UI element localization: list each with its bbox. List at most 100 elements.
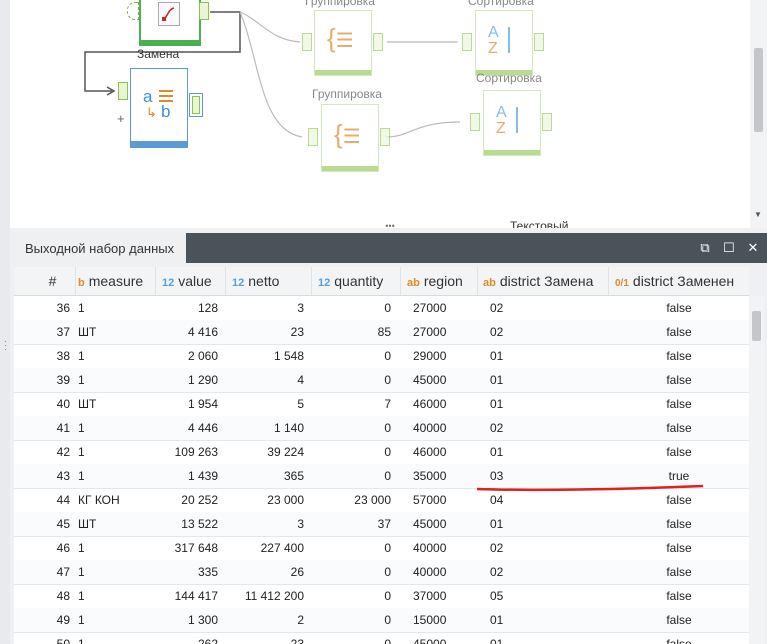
cell-value[interactable]: 1 439 <box>156 464 226 488</box>
cell-row-index[interactable]: 46 <box>14 536 76 560</box>
cell-measure[interactable]: 1 <box>76 536 156 560</box>
cell-district-replacement[interactable]: 01 <box>478 512 609 536</box>
grid-scrollbar[interactable] <box>749 296 764 644</box>
col-header-region[interactable]: ab region <box>401 267 478 295</box>
cell-netto[interactable]: 1 548 <box>226 344 312 368</box>
sort1-port-out[interactable] <box>534 33 544 51</box>
cell-quantity[interactable]: 37 <box>312 512 401 536</box>
cell-row-index[interactable]: 45 <box>14 512 76 536</box>
cell-region[interactable]: 27000 <box>401 296 478 320</box>
cell-measure[interactable]: 1 <box>76 344 156 368</box>
table-row[interactable]: 44 КГ КОН 20 252 23 000 23 000 57000 04 false <box>14 488 749 513</box>
cell-row-index[interactable]: 44 <box>14 488 76 512</box>
cell-quantity[interactable]: 0 <box>312 464 401 488</box>
cell-district-replacement[interactable]: 03 <box>478 464 609 488</box>
cell-district-replacement[interactable]: 01 <box>478 392 609 416</box>
group2-port-in[interactable] <box>308 128 318 146</box>
cell-quantity[interactable]: 0 <box>312 560 401 584</box>
cell-district-replaced[interactable]: false <box>609 536 749 560</box>
cell-quantity[interactable]: 0 <box>312 440 401 464</box>
cell-district-replaced[interactable]: false <box>609 440 749 464</box>
cell-netto[interactable]: 23 <box>226 632 312 644</box>
table-row[interactable]: 45 ШТ 13 522 3 37 45000 01 false <box>14 512 749 537</box>
group1-port-in[interactable] <box>302 33 312 51</box>
cell-region[interactable]: 29000 <box>401 344 478 368</box>
sort1-node[interactable]: AZ <box>475 10 533 76</box>
cell-measure[interactable]: ШТ <box>76 392 156 416</box>
col-header-measure[interactable]: b measure <box>76 267 156 295</box>
group1-node[interactable]: {☰ <box>314 10 372 76</box>
table-row[interactable]: 42 1 109 263 39 224 0 46000 01 false <box>14 440 749 465</box>
cell-district-replacement[interactable]: 02 <box>478 560 609 584</box>
cell-quantity[interactable]: 0 <box>312 296 401 320</box>
cell-netto[interactable]: 39 224 <box>226 440 312 464</box>
cell-quantity[interactable]: 0 <box>312 368 401 392</box>
top-node[interactable] <box>139 0 201 46</box>
cell-district-replaced[interactable]: false <box>609 392 749 416</box>
cell-netto[interactable]: 365 <box>226 464 312 488</box>
cell-measure[interactable]: 1 <box>76 296 156 320</box>
canvas-scrollbar-thumb[interactable] <box>754 48 763 132</box>
sort2-port-in[interactable] <box>470 113 480 131</box>
cell-district-replacement[interactable]: 01 <box>478 368 609 392</box>
cell-netto[interactable]: 26 <box>226 560 312 584</box>
col-header-index[interactable]: # <box>14 267 76 295</box>
cell-netto[interactable]: 5 <box>226 392 312 416</box>
cell-district-replacement[interactable]: 02 <box>478 536 609 560</box>
col-header-netto[interactable]: 12 netto <box>226 267 312 295</box>
cell-region[interactable]: 46000 <box>401 392 478 416</box>
cell-row-index[interactable]: 47 <box>14 560 76 584</box>
cell-value[interactable]: 128 <box>156 296 226 320</box>
replace-node-port-out[interactable] <box>189 93 203 117</box>
cell-region[interactable]: 40000 <box>401 536 478 560</box>
cell-row-index[interactable]: 41 <box>14 416 76 440</box>
cell-region[interactable]: 46000 <box>401 440 478 464</box>
cell-region[interactable]: 57000 <box>401 488 478 512</box>
panel-resize-dots[interactable]: · · · <box>4 338 7 354</box>
maximize-icon[interactable]: ☐ <box>721 240 737 256</box>
cell-row-index[interactable]: 49 <box>14 608 76 632</box>
cell-measure[interactable]: ШТ <box>76 512 156 536</box>
group2-port-out[interactable] <box>380 128 390 146</box>
cell-row-index[interactable]: 48 <box>14 584 76 608</box>
cell-value[interactable]: 1 954 <box>156 392 226 416</box>
cell-district-replacement[interactable]: 04 <box>478 488 609 512</box>
cell-district-replacement[interactable]: 01 <box>478 632 609 644</box>
cell-quantity[interactable]: 23 000 <box>312 488 401 512</box>
splitter-handle[interactable]: ••• <box>375 222 405 231</box>
cell-netto[interactable]: 11 412 200 <box>226 584 312 608</box>
scroll-down-arrow-icon[interactable]: ▼ <box>754 210 762 219</box>
col-header-district-replacement[interactable]: ab district Замена <box>478 267 609 295</box>
cell-measure[interactable]: 1 <box>76 368 156 392</box>
cell-district-replacement[interactable]: 02 <box>478 320 609 344</box>
add-icon[interactable]: + <box>117 111 125 126</box>
cell-row-index[interactable]: 37 <box>14 320 76 344</box>
col-header-district-replaced[interactable]: 0/1 district Заменен <box>609 267 749 295</box>
cell-netto[interactable]: 227 400 <box>226 536 312 560</box>
cell-value[interactable]: 1 290 <box>156 368 226 392</box>
group2-node[interactable]: {☰ <box>321 104 379 172</box>
cell-row-index[interactable]: 50 <box>14 632 76 644</box>
cell-region[interactable]: 40000 <box>401 416 478 440</box>
table-row[interactable]: 39 1 1 290 4 0 45000 01 false <box>14 368 749 393</box>
cell-region[interactable]: 45000 <box>401 368 478 392</box>
cell-district-replaced[interactable]: false <box>609 560 749 584</box>
cell-row-index[interactable]: 39 <box>14 368 76 392</box>
cell-measure[interactable]: КГ КОН <box>76 488 156 512</box>
cell-district-replaced[interactable]: false <box>609 368 749 392</box>
top-node-port-left[interactable] <box>127 2 139 20</box>
cell-netto[interactable]: 3 <box>226 512 312 536</box>
cell-quantity[interactable]: 0 <box>312 584 401 608</box>
output-dataset-tab[interactable]: Выходной набор данных <box>10 233 186 263</box>
cell-region[interactable]: 45000 <box>401 512 478 536</box>
cell-netto[interactable]: 1 140 <box>226 416 312 440</box>
cell-quantity[interactable]: 0 <box>312 536 401 560</box>
cell-value[interactable]: 13 522 <box>156 512 226 536</box>
table-row[interactable]: 47 1 335 26 0 40000 02 false <box>14 560 749 585</box>
cell-value[interactable]: 144 417 <box>156 584 226 608</box>
table-row[interactable]: 50 1 262 23 0 45000 01 false <box>14 632 749 644</box>
cell-quantity[interactable]: 85 <box>312 320 401 344</box>
grid-scrollbar-thumb[interactable] <box>752 311 761 341</box>
cell-district-replaced[interactable]: false <box>609 416 749 440</box>
cell-quantity[interactable]: 0 <box>312 632 401 644</box>
